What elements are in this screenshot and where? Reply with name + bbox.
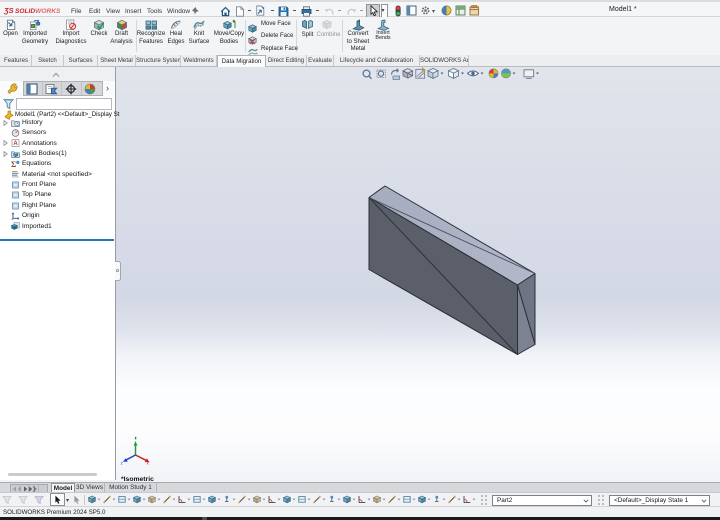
svg-text:x: x bbox=[147, 461, 150, 466]
svg-text:z: z bbox=[121, 461, 123, 466]
